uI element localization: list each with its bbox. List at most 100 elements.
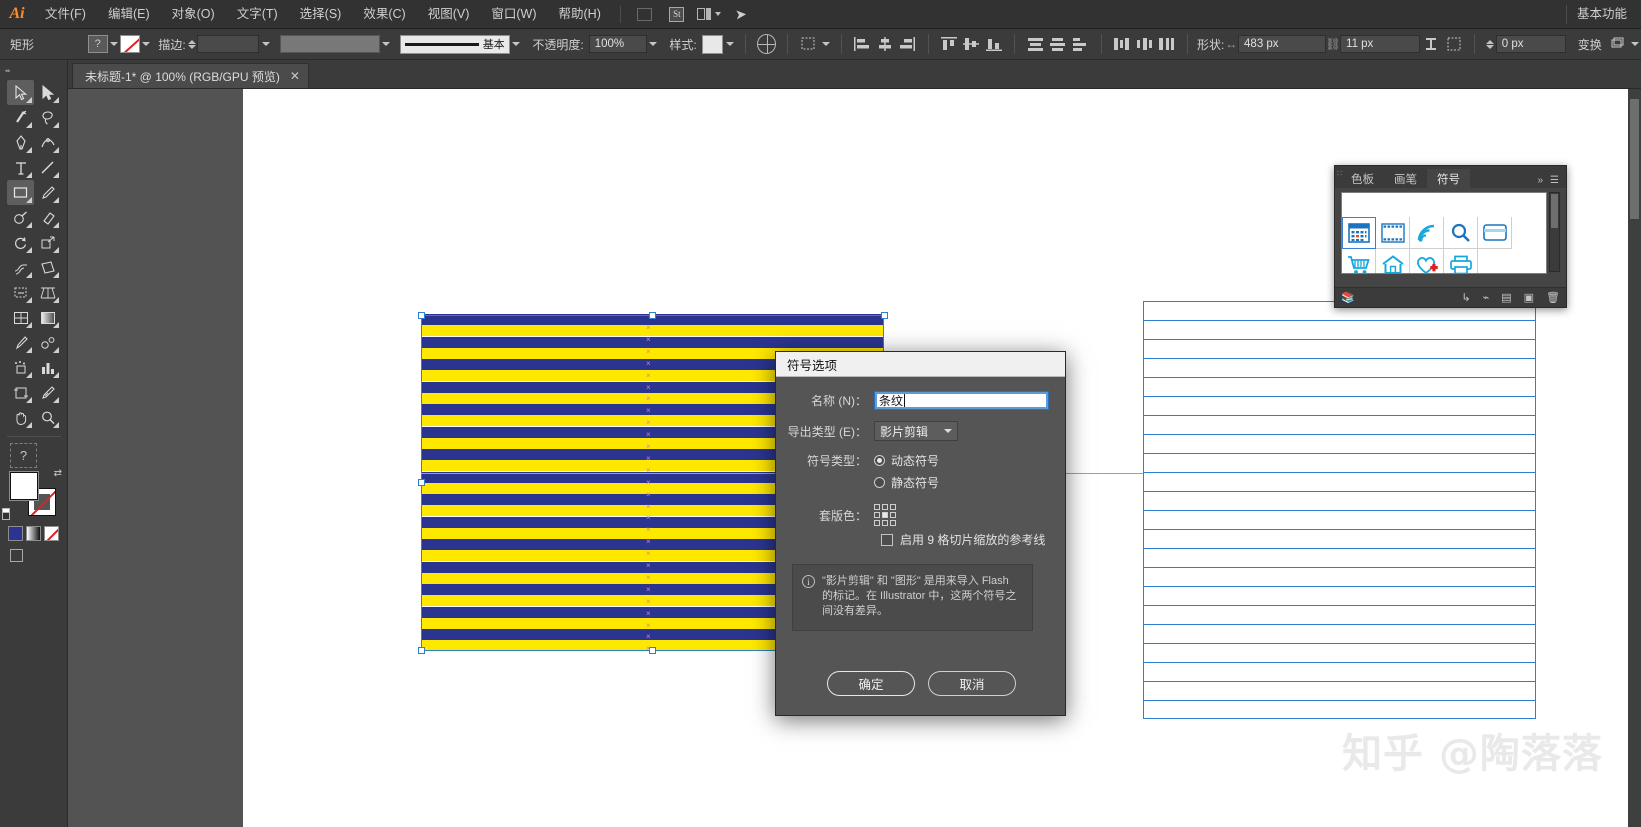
line-row[interactable] (1143, 358, 1536, 377)
symbol-shopping-cart[interactable] (1342, 249, 1376, 273)
default-fill-stroke-icon[interactable] (2, 508, 14, 520)
line-row[interactable] (1143, 377, 1536, 396)
menu-view[interactable]: 视图(V) (417, 0, 481, 29)
artboard-tool[interactable] (7, 380, 34, 405)
radio-static-symbol[interactable] (874, 477, 885, 488)
document-tab[interactable]: 未标题-1* @ 100% (RGB/GPU 预览) ✕ (72, 63, 309, 88)
gradient-tool[interactable] (34, 305, 61, 330)
line-row[interactable] (1143, 605, 1536, 624)
menu-edit[interactable]: 编辑(E) (97, 0, 161, 29)
symbol-search[interactable] (1444, 217, 1478, 249)
scale-tool[interactable] (34, 230, 61, 255)
stroke-profile-field[interactable]: 基本 (400, 34, 510, 54)
align-bottom-icon[interactable] (985, 35, 1004, 53)
symbol-calendar[interactable] (1342, 217, 1376, 249)
fill-stroke-swatches[interactable]: ⇄ (2, 468, 62, 522)
opacity-dropdown-icon[interactable] (647, 35, 660, 53)
control-overflow-icon[interactable] (1628, 35, 1641, 53)
reg-ml[interactable] (874, 512, 880, 518)
reg-bc[interactable] (882, 520, 888, 526)
fill-dropdown-icon[interactable] (108, 35, 121, 53)
swap-fill-stroke-icon[interactable]: ⇄ (54, 468, 62, 479)
eyedropper-tool[interactable] (7, 330, 34, 355)
chevron-down-icon[interactable] (714, 12, 721, 16)
style-dropdown-icon[interactable] (723, 35, 736, 53)
reg-mc[interactable] (882, 512, 888, 518)
line-row[interactable] (1143, 700, 1536, 719)
blend-tool[interactable] (34, 330, 61, 355)
link-dimensions-icon[interactable]: ⛓ (1325, 35, 1340, 53)
offset-stepper[interactable] (1484, 39, 1496, 49)
align-left-icon[interactable] (853, 35, 872, 53)
line-rows-group[interactable] (1143, 301, 1536, 719)
symbols-panel[interactable]: ∷ 色板 画笔 符号 » ☰ 📚 ↳ ⌁ ▤ ▣ 🗑 (1334, 165, 1567, 308)
stock-icon[interactable]: St (664, 4, 690, 24)
symbol-wifi[interactable] (1410, 217, 1444, 249)
direct-selection-tool[interactable] (34, 80, 61, 105)
align-center-h-icon[interactable] (876, 35, 895, 53)
line-row[interactable] (1143, 453, 1536, 472)
line-row[interactable] (1143, 434, 1536, 453)
symbol-libraries-icon[interactable]: 📚 (1341, 291, 1355, 304)
line-row[interactable] (1143, 643, 1536, 662)
screen-mode-icon[interactable] (10, 549, 23, 562)
static-symbol-option[interactable]: 静态符号 (874, 474, 939, 491)
reg-mr[interactable] (890, 512, 896, 518)
menu-object[interactable]: 对象(O) (161, 0, 226, 29)
delete-symbol-icon[interactable]: 🗑 (1546, 291, 1560, 304)
align-top-icon[interactable] (940, 35, 959, 53)
symbol-film-strip[interactable] (1376, 217, 1410, 249)
gradient-button[interactable] (26, 526, 41, 541)
rotate-tool[interactable] (7, 230, 34, 255)
menu-file[interactable]: 文件(F) (34, 0, 97, 29)
line-row[interactable] (1143, 529, 1536, 548)
stroke-style-dropdown-icon[interactable] (380, 35, 393, 53)
panel-menu-icon[interactable]: ☰ (1550, 175, 1559, 186)
align-middle-v-icon[interactable] (962, 35, 981, 53)
reg-bl[interactable] (874, 520, 880, 526)
symbols-grid[interactable] (1341, 192, 1547, 274)
export-type-select[interactable]: 影片剪辑 (874, 421, 958, 441)
symbol-printer[interactable] (1444, 249, 1478, 273)
line-row[interactable] (1143, 567, 1536, 586)
column-graph-tool[interactable] (34, 355, 61, 380)
width-tool[interactable] (7, 255, 34, 280)
rectangle-tool[interactable] (7, 180, 34, 205)
line-row[interactable] (1143, 339, 1536, 358)
menu-window[interactable]: 窗口(W) (480, 0, 547, 29)
reg-br[interactable] (890, 520, 896, 526)
symbols-panel-scrollbar[interactable] (1549, 192, 1560, 272)
lasso-tool[interactable] (34, 105, 61, 130)
tab-brushes[interactable]: 画笔 (1384, 169, 1427, 188)
shape-builder-tool[interactable] (7, 280, 34, 305)
menu-help[interactable]: 帮助(H) (548, 0, 612, 29)
hand-tool[interactable] (7, 405, 34, 430)
nine-slice-row[interactable]: 启用 9 格切片缩放的参考线 (881, 531, 1049, 548)
nine-slice-checkbox[interactable] (881, 533, 893, 546)
distribute-v-top-icon[interactable] (1026, 35, 1045, 53)
radio-dynamic-symbol[interactable] (874, 455, 885, 466)
transform-dropdown-icon[interactable] (819, 35, 832, 53)
arrange-documents-icon[interactable] (696, 4, 722, 24)
symbol-card[interactable] (1478, 217, 1512, 249)
share-icon[interactable]: ➤ (728, 4, 754, 24)
distribute-v-center-icon[interactable] (1049, 35, 1068, 53)
line-row[interactable] (1143, 586, 1536, 605)
line-row[interactable] (1143, 624, 1536, 643)
name-input[interactable]: 条纹 (874, 391, 1049, 410)
break-link-icon[interactable]: ⌁ (1483, 291, 1490, 304)
stroke-weight-stepper[interactable] (186, 39, 198, 49)
bridge-icon[interactable] (632, 4, 658, 24)
eraser-tool[interactable] (34, 205, 61, 230)
pen-tool[interactable] (7, 130, 34, 155)
place-symbol-instance-icon[interactable]: ↳ (1461, 291, 1470, 304)
symbol-options-dialog[interactable]: 符号选项 名称 (N)： 条纹 导出类型 (E)： 影片剪辑 符号类型： 动态符… (775, 351, 1066, 716)
symbol-home[interactable] (1376, 249, 1410, 273)
menu-type[interactable]: 文字(T) (226, 0, 289, 29)
line-row[interactable] (1143, 662, 1536, 681)
stroke-style-field[interactable] (280, 35, 380, 53)
symbol-options-icon[interactable]: ▤ (1501, 291, 1511, 304)
distribute-h-left-icon[interactable] (1113, 35, 1132, 53)
curvature-tool[interactable] (34, 130, 61, 155)
chevron-down-icon[interactable] (944, 429, 952, 433)
